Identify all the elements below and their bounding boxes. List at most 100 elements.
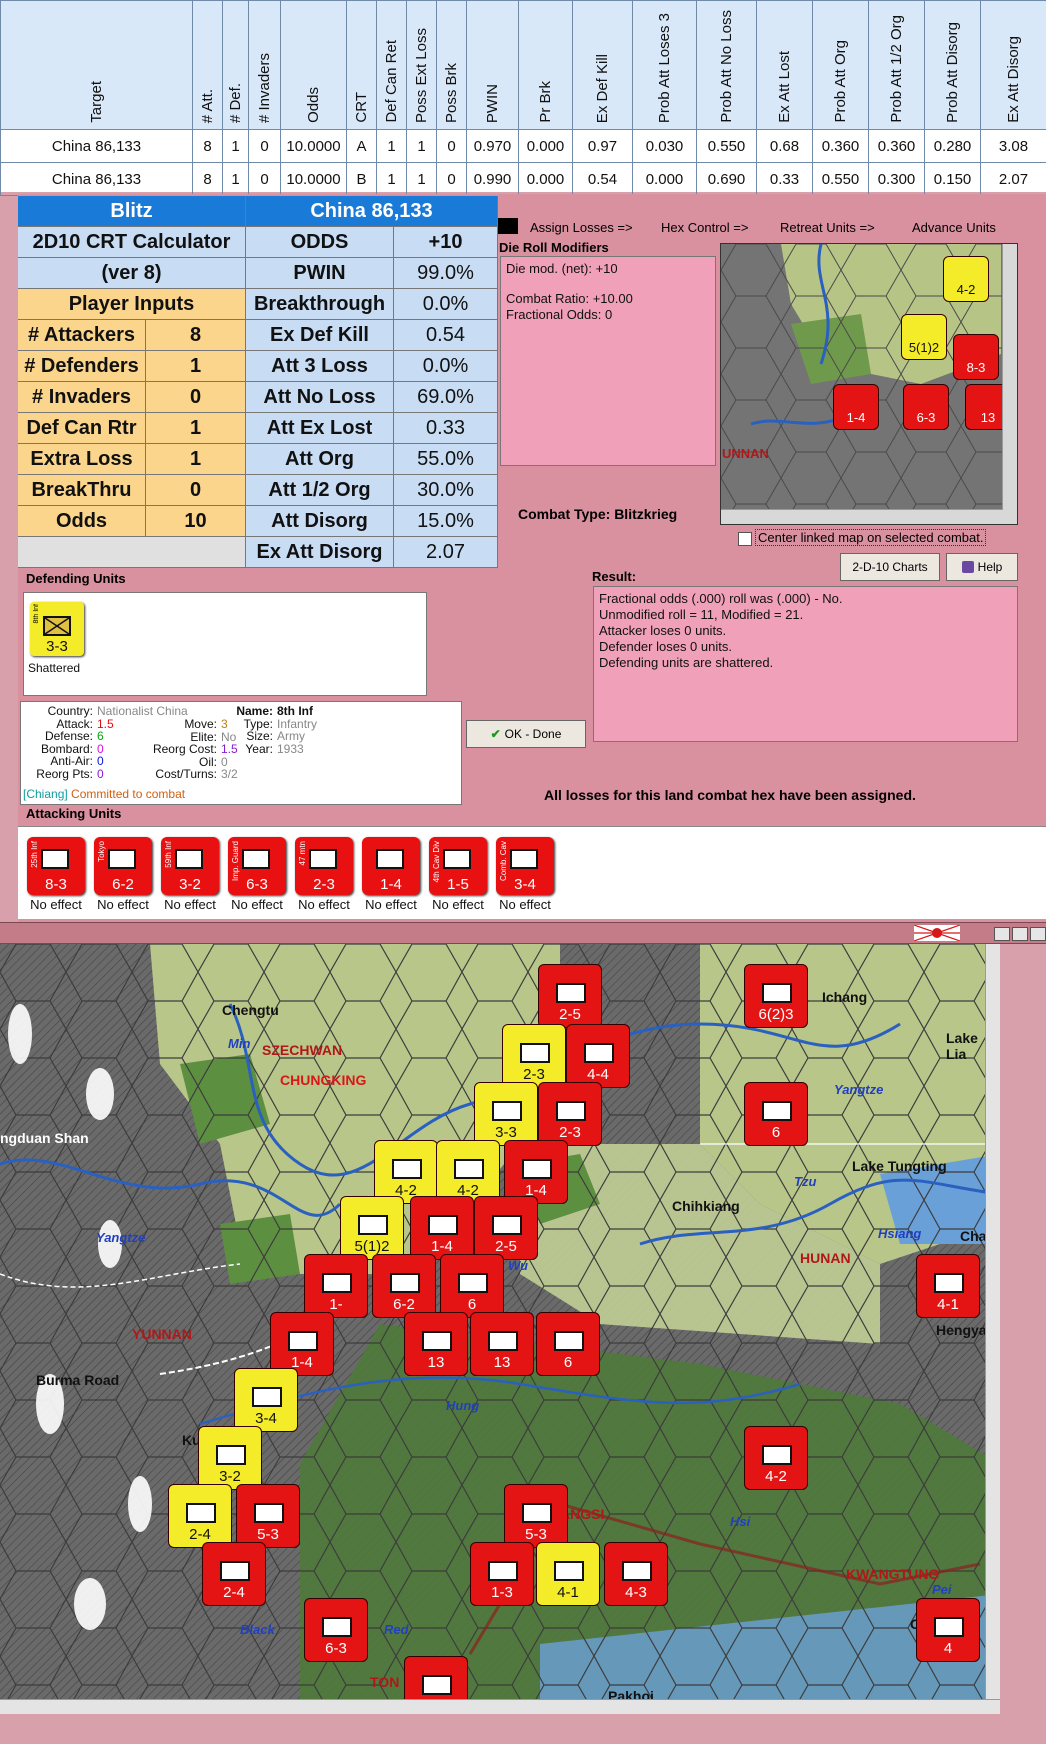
help-button[interactable]: Help	[946, 553, 1018, 581]
map-unit-counter[interactable]: 1-4	[410, 1196, 474, 1260]
map-unit-counter[interactable]: 2-5	[538, 964, 602, 1028]
main-map[interactable]: Chengtu SZECHWAN CHUNGKING Min ngduan Shan Ya…	[0, 944, 1000, 1699]
mini-map-hscroll[interactable]	[721, 509, 1003, 524]
column-header[interactable]: Ex Att Lost	[756, 0, 813, 130]
map-unit-counter[interactable]: 1-4	[270, 1312, 334, 1376]
map-unit-counter[interactable]: 4	[916, 1598, 980, 1662]
column-header[interactable]: Ex Att Disorg	[980, 0, 1046, 130]
close-button[interactable]	[1030, 927, 1046, 941]
result-line: Fractional odds (.000) roll was (.000) -…	[599, 591, 843, 606]
map-unit-counter[interactable]: 2-3	[502, 1024, 566, 1088]
attacking-unit-counter[interactable]: Comb. Cav 3-4	[496, 837, 554, 895]
defending-unit-counter[interactable]: 8th Inf 3-3	[30, 602, 84, 656]
map-unit-value: 6	[563, 1354, 573, 1371]
column-header[interactable]: # Def.	[222, 0, 249, 130]
map-unit-counter[interactable]: 5(1)2	[340, 1196, 404, 1260]
attacking-unit-counter[interactable]: Imp. Guard 6-3	[228, 837, 286, 895]
map-unit-counter[interactable]: 5-3	[236, 1484, 300, 1548]
map-unit-counter[interactable]: 3-2	[198, 1426, 262, 1490]
center-linked-checkbox[interactable]	[738, 532, 752, 546]
map-unit-counter[interactable]: 2-5	[474, 1196, 538, 1260]
map-unit-counter[interactable]: 6	[404, 1656, 468, 1699]
map-unit-counter[interactable]: 3-4	[234, 1368, 298, 1432]
input-value[interactable]: 0	[146, 475, 246, 506]
map-unit-counter[interactable]: 6-2	[372, 1254, 436, 1318]
table-row[interactable]: China 86,133 8 1 0 10.0000 B 1 1 0 0.990 0.000 0.54…	[0, 162, 1046, 196]
column-header[interactable]: Poss Ext Loss	[406, 0, 437, 130]
charts-button[interactable]: 2-D-10 Charts	[840, 553, 940, 581]
map-unit-counter[interactable]: 6	[440, 1254, 504, 1318]
column-header[interactable]: # Invaders	[248, 0, 281, 130]
table-row[interactable]: China 86,133 8 1 0 10.0000 A 1 1 0 0.970 0.000 0.97…	[0, 129, 1046, 163]
column-header[interactable]: Prob Att 1/2 Org	[868, 0, 925, 130]
map-vscroll[interactable]	[985, 944, 1000, 1699]
column-header[interactable]: Odds	[280, 0, 347, 130]
attacking-unit-counter[interactable]: 25th Inf 8-3	[27, 837, 85, 895]
calc-title: 2D10 CRT Calculator	[18, 227, 246, 258]
mini-map-counter[interactable]: 6-3	[903, 384, 949, 430]
mini-map-counter[interactable]: 4-2	[943, 256, 989, 302]
map-unit-counter[interactable]: 2-4	[202, 1542, 266, 1606]
map-unit-counter[interactable]: 4-1	[536, 1542, 600, 1606]
map-unit-counter[interactable]: 4-2	[744, 1426, 808, 1490]
retreat-units-link[interactable]: Retreat Units =>	[780, 220, 875, 235]
ok-done-button[interactable]: ✔ OK - Done	[466, 720, 586, 748]
column-header[interactable]: # Att.	[192, 0, 223, 130]
map-unit-counter[interactable]: 13	[404, 1312, 468, 1376]
attacking-unit-counter[interactable]: 4th Cav Div 1-5	[429, 837, 487, 895]
mini-map-counter[interactable]: 8-3	[953, 334, 999, 380]
column-header[interactable]: Prob Att No Loss	[696, 0, 757, 130]
map-unit-counter[interactable]: 6(2)3	[744, 964, 808, 1028]
map-unit-counter[interactable]: 6	[744, 1082, 808, 1146]
column-header[interactable]: PWIN	[466, 0, 519, 130]
map-unit-counter[interactable]: 4-2	[436, 1140, 500, 1204]
mini-map-counter[interactable]: 5(1)2	[901, 314, 947, 360]
column-header[interactable]: Prob Att Disorg	[924, 0, 981, 130]
column-header[interactable]: Prob Att Loses 3	[632, 0, 697, 130]
restore-button[interactable]	[1012, 927, 1028, 941]
map-unit-counter[interactable]: 6-3	[304, 1598, 368, 1662]
attacking-unit-counter[interactable]: 47 mtn 2-3	[295, 837, 353, 895]
map-unit-counter[interactable]: 2-3	[538, 1082, 602, 1146]
assign-losses-link[interactable]: Assign Losses =>	[530, 220, 633, 235]
column-header[interactable]: Def Can Ret	[376, 0, 407, 130]
minimize-button[interactable]	[994, 927, 1010, 941]
column-header[interactable]: Pr Brk	[518, 0, 573, 130]
map-unit-counter[interactable]: 3-3	[474, 1082, 538, 1146]
column-header[interactable]: Ex Def Kill	[572, 0, 633, 130]
map-unit-counter[interactable]: 4-1	[916, 1254, 980, 1318]
map-unit-counter[interactable]: 2-4	[168, 1484, 232, 1548]
input-value[interactable]: 0	[146, 382, 246, 413]
map-unit-counter[interactable]: 1-	[304, 1254, 368, 1318]
map-unit-counter[interactable]: 4-4	[566, 1024, 630, 1088]
column-header[interactable]: Poss Brk	[436, 0, 467, 130]
hex-control-link[interactable]: Hex Control =>	[661, 220, 748, 235]
center-linked-label[interactable]: Center linked map on selected combat.	[755, 529, 987, 546]
attacking-unit-counter[interactable]: 1-4	[362, 837, 420, 895]
window-splitter[interactable]	[0, 922, 1046, 944]
column-header[interactable]: Prob Att Org	[812, 0, 869, 130]
input-value[interactable]: 8	[146, 320, 246, 351]
column-header[interactable]: Target	[0, 0, 193, 130]
map-unit-counter[interactable]: 5-3	[504, 1484, 568, 1548]
map-hscroll[interactable]	[0, 1699, 1000, 1714]
attacking-unit-counter[interactable]: 59th Inf 3-2	[161, 837, 219, 895]
advance-units-link[interactable]: Advance Units	[912, 220, 996, 235]
input-value[interactable]: 1	[146, 351, 246, 382]
column-header[interactable]: CRT	[346, 0, 377, 130]
map-unit-counter[interactable]: 4-2	[374, 1140, 438, 1204]
mini-map-vscroll[interactable]	[1002, 244, 1017, 524]
attacking-unit-counter[interactable]: Tokyo 6-2	[94, 837, 152, 895]
input-value[interactable]: 1	[146, 413, 246, 444]
result-label: Att No Loss	[246, 382, 394, 413]
map-unit-counter[interactable]: 4-3	[604, 1542, 668, 1606]
map-unit-counter[interactable]: 6	[536, 1312, 600, 1376]
attacking-unit-value: 2-3	[313, 876, 335, 893]
mini-map[interactable]: UNNAN 4-2 5(1)2 8-3 1-4 6-3 13	[720, 243, 1018, 525]
input-value[interactable]: 1	[146, 444, 246, 475]
mini-map-counter[interactable]: 1-4	[833, 384, 879, 430]
map-unit-counter[interactable]: 1-3	[470, 1542, 534, 1606]
input-value[interactable]: 10	[146, 506, 246, 537]
map-unit-counter[interactable]: 13	[470, 1312, 534, 1376]
map-unit-counter[interactable]: 1-4	[504, 1140, 568, 1204]
